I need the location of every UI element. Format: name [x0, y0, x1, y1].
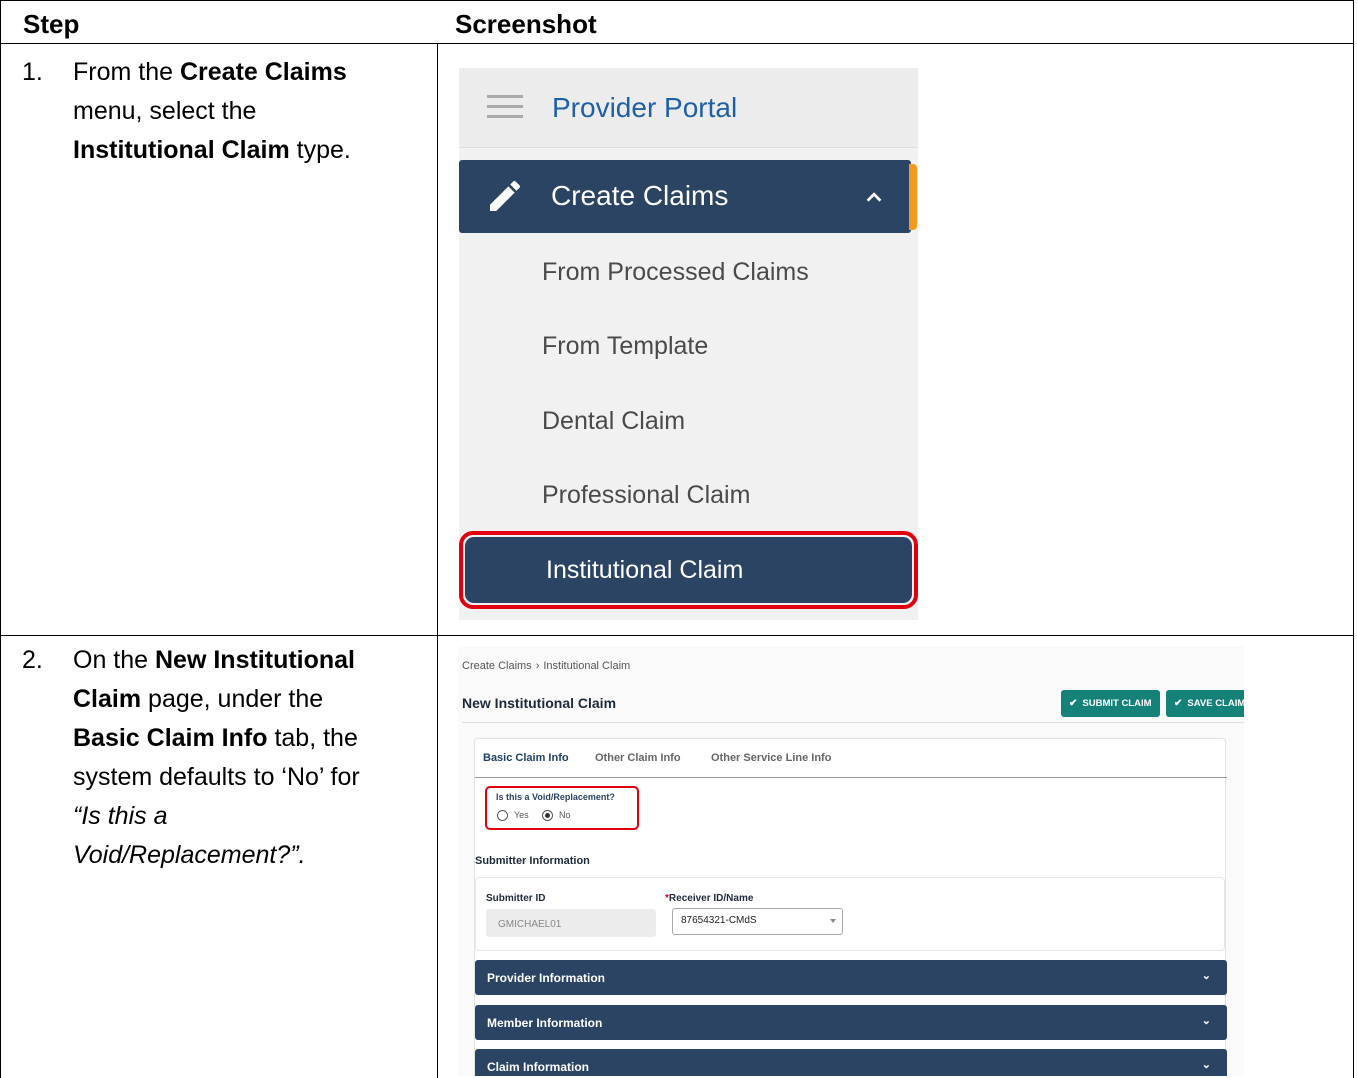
check-icon: ✔ [1174, 698, 1183, 709]
create-claims-menu[interactable]: Create Claims [459, 160, 911, 233]
save-claim-label: SAVE CLAIM [1187, 698, 1244, 709]
pencil-icon [490, 180, 521, 211]
tab-underline [475, 777, 1227, 778]
chevron-up-icon[interactable] [863, 186, 885, 208]
active-accent-bar [909, 164, 917, 230]
breadcrumb-separator: › [535, 660, 540, 672]
step2-text: system defaults to ‘No’ for [73, 763, 360, 791]
accordion-provider-information[interactable]: Provider Information ⌄ [475, 960, 1227, 995]
breadcrumb: Create Claims › Institutional Claim [462, 660, 630, 672]
radio-no-label: No [559, 810, 571, 820]
chevron-down-icon: ⌄ [1201, 1015, 1211, 1027]
header-step: Step [23, 9, 80, 39]
chevron-down-icon: ⌄ [1201, 1059, 1211, 1071]
table-column-divider [437, 0, 438, 1078]
step2-emphasis: Basic Claim Info [73, 724, 268, 752]
step2-text: On the [73, 646, 155, 674]
highlight-box: Institutional Claim [459, 531, 918, 609]
table-header-divider [0, 43, 1354, 44]
claim-form-screenshot: Create Claims › Institutional Claim New In… [458, 646, 1244, 1076]
claim-card: Basic Claim Info Other Claim Info Other … [474, 738, 1227, 1076]
title-divider [462, 722, 1244, 723]
tab-basic-claim-info[interactable]: Basic Claim Info [483, 752, 569, 764]
step1-emphasis: Create Claims [179, 58, 347, 86]
menu-header: Provider Portal [459, 68, 918, 148]
menu-item-from-processed-claims[interactable]: From Processed Claims [542, 258, 809, 287]
step2-quote: Void/Replacement?”. [73, 841, 306, 869]
portal-title: Provider Portal [552, 92, 738, 123]
step2-emphasis: Claim [73, 685, 142, 713]
save-claim-button[interactable]: ✔ SAVE CLAIM [1166, 690, 1244, 717]
breadcrumb-institutional-claim: Institutional Claim [543, 660, 631, 672]
menu-item-from-template[interactable]: From Template [542, 332, 708, 361]
void-replacement-highlight: Is this a Void/Replacement? Yes No [485, 786, 639, 830]
menu-item-institutional-claim[interactable]: Institutional Claim [465, 537, 912, 603]
table-header-row: Step Screenshot [1, 1, 1353, 43]
accordion-claim-information[interactable]: Claim Information ⌄ [475, 1049, 1227, 1076]
submit-claim-label: SUBMIT CLAIM [1082, 698, 1152, 709]
hamburger-icon[interactable] [487, 95, 523, 119]
step2-emphasis: New Institutional [155, 646, 355, 674]
accordion-member-information[interactable]: Member Information ⌄ [475, 1005, 1227, 1040]
instruction-table: Step Screenshot 1. From the Create Claim… [0, 0, 1358, 1078]
tab-other-service-line-info[interactable]: Other Service Line Info [711, 752, 831, 764]
step2-instructions: 2. On the New Institutional Claim page, … [22, 641, 422, 875]
table-right-border [1353, 0, 1354, 1078]
create-claims-label: Create Claims [551, 180, 729, 211]
receiver-id-label-text: Receiver ID/Name [668, 893, 754, 904]
submitter-card: Submitter ID GMICHAEL01 *Receiver ID/Nam… [475, 877, 1225, 951]
step2-text: tab, the [267, 724, 358, 752]
breadcrumb-create-claims[interactable]: Create Claims [462, 660, 532, 672]
receiver-id-label: *Receiver ID/Name [665, 893, 753, 904]
accordion-label: Provider Information [487, 971, 606, 985]
submitter-section-title: Submitter Information [475, 855, 590, 867]
step1-text: From the [73, 58, 180, 86]
tab-other-claim-info[interactable]: Other Claim Info [595, 752, 681, 764]
submitter-id-label: Submitter ID [486, 893, 546, 904]
menu-item-dental-claim[interactable]: Dental Claim [542, 407, 685, 436]
side-menu-screenshot: Provider Portal Create Claims From Proce… [459, 68, 918, 620]
radio-yes[interactable] [497, 810, 508, 821]
receiver-id-value: 87654321-CMdS [681, 915, 757, 926]
step1-number: 1. [22, 58, 43, 86]
submit-claim-button[interactable]: ✔ SUBMIT CLAIM [1061, 690, 1160, 717]
accordion-label: Member Information [487, 1016, 603, 1030]
receiver-id-select[interactable]: 87654321-CMdS [672, 908, 843, 935]
caret-down-icon [830, 919, 836, 923]
accordion-label: Claim Information [487, 1060, 590, 1074]
step2-quote: “Is this a [73, 802, 168, 830]
step1-text: type. [289, 136, 351, 164]
radio-no[interactable] [542, 810, 553, 821]
table-left-border [0, 0, 1, 1078]
institutional-claim-label: Institutional Claim [546, 556, 744, 584]
menu-item-professional-claim[interactable]: Professional Claim [542, 481, 750, 510]
radio-yes-label: Yes [514, 810, 529, 820]
step1-text: menu, select the [73, 97, 257, 125]
check-icon: ✔ [1069, 698, 1078, 709]
header-screenshot: Screenshot [455, 9, 597, 39]
page-title: New Institutional Claim [462, 695, 617, 711]
chevron-down-icon: ⌄ [1201, 970, 1211, 982]
step2-text: page, under the [141, 685, 324, 713]
step2-number: 2. [22, 646, 43, 674]
submitter-id-field: GMICHAEL01 [486, 909, 656, 937]
void-replacement-question: Is this a Void/Replacement? [496, 792, 615, 802]
table-row-divider [0, 635, 1354, 636]
step1-emphasis: Institutional Claim [73, 136, 290, 164]
step1-instructions: 1. From the Create Claims menu, select t… [22, 53, 422, 170]
